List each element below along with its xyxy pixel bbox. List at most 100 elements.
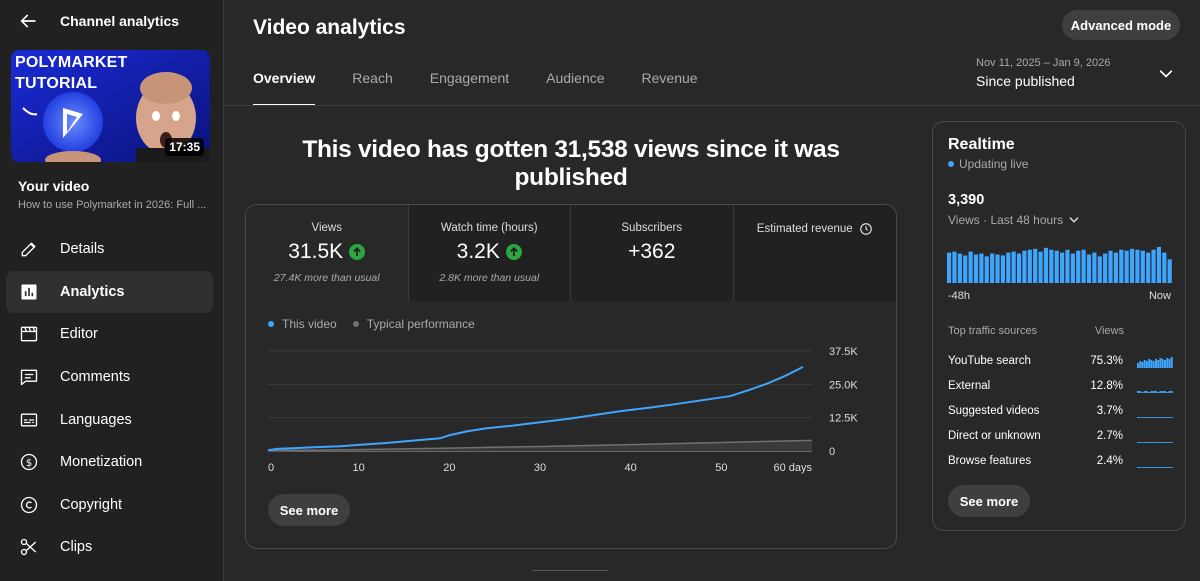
traffic-source-sparkline [1137, 466, 1173, 468]
this-video-line [267, 366, 804, 452]
sidebar-item-clips[interactable]: Clips [6, 526, 213, 569]
sparkline-bar [1161, 416, 1164, 418]
traffic-source-row[interactable]: Direct or unknown 2.7% [948, 423, 1174, 448]
video-thumbnail[interactable]: POLYMARKET TUTORIAL 17:35 [11, 50, 210, 162]
realtime-bar [1016, 253, 1022, 283]
x-tick-label: 20 [443, 462, 455, 474]
sparkline-bar [1137, 362, 1139, 368]
overview-card: Views 31.5K 27.4K more than usual Watch … [245, 204, 897, 549]
realtime-bar [1113, 252, 1118, 283]
sidebar-header: Channel analytics [0, 0, 223, 42]
realtime-title: Realtime [948, 136, 1015, 153]
sparkline-bar [1139, 466, 1142, 468]
traffic-source-name: External [948, 379, 991, 392]
sparkline-bar [1161, 390, 1164, 393]
clock-icon [859, 223, 872, 235]
tab-engagement[interactable]: Engagement [430, 70, 509, 106]
sparkline-bar [1152, 441, 1155, 443]
metric-label: Watch time (hours) [440, 222, 538, 234]
realtime-bar [1162, 252, 1167, 283]
tab-divider [224, 105, 1200, 106]
tab-reach[interactable]: Reach [352, 70, 392, 106]
sparkline-bar [1155, 441, 1157, 443]
realtime-bar [1097, 256, 1102, 283]
sparkline-bar [1159, 416, 1162, 418]
sparkline-bar [1161, 466, 1164, 468]
realtime-bar [1167, 259, 1172, 283]
realtime-bar [1081, 249, 1086, 283]
metric-subtext: 2.8K more than usual [439, 272, 540, 284]
realtime-period-select[interactable]: Views · Last 48 hours [948, 213, 1081, 227]
metric-label: Views [311, 222, 342, 234]
realtime-bar [1151, 249, 1156, 283]
sparkline-bar [1146, 416, 1148, 418]
sparkline-bar [1155, 466, 1157, 468]
legend-dot [352, 321, 359, 327]
sidebar-item-copyright[interactable]: Copyright [6, 484, 213, 527]
sparkline-bar [1150, 441, 1153, 443]
sparkline-bar [1157, 391, 1160, 393]
sparkline-bar [1155, 358, 1157, 368]
sparkline-bar [1143, 359, 1146, 368]
date-period[interactable]: Since published [976, 73, 1075, 89]
y-tick-label: 0 [829, 446, 835, 458]
advanced-mode-button[interactable]: Advanced mode [1062, 10, 1180, 40]
languages-icon [18, 409, 40, 431]
realtime-bar [1027, 249, 1032, 283]
copyright-icon [18, 494, 40, 516]
sidebar-item-details[interactable]: Details [6, 228, 213, 271]
sparkline-bar [1168, 416, 1171, 418]
realtime-bar [1000, 255, 1005, 283]
sidebar-item-monetization[interactable]: $ Monetization [6, 441, 213, 484]
traffic-source-row[interactable]: YouTube search 75.3% [948, 348, 1174, 373]
realtime-bar [1156, 246, 1162, 283]
sparkline-bar [1150, 359, 1153, 368]
sparkline-bar [1146, 441, 1148, 443]
back-arrow-icon[interactable] [16, 9, 40, 33]
realtime-bar [1049, 249, 1054, 283]
sparkline-bar [1166, 416, 1169, 418]
trend-up-icon [505, 244, 522, 260]
comments-icon [18, 366, 40, 388]
sparkline-bar [1139, 390, 1142, 393]
sparkline-bar [1155, 416, 1157, 418]
x-tick-label: 0 [268, 462, 274, 474]
sparkline-bar [1166, 357, 1169, 368]
sparkline-bar [1168, 358, 1171, 368]
metric-watch-time[interactable]: Watch time (hours) 3.2K 2.8K more than u… [408, 205, 571, 301]
realtime-bar [1076, 250, 1081, 283]
see-more-button[interactable]: See more [268, 494, 350, 526]
tab-audience[interactable]: Audience [546, 70, 604, 106]
date-range[interactable]: Nov 11, 2025 – Jan 9, 2026 [976, 57, 1110, 69]
sparkline-bar [1146, 390, 1148, 393]
sidebar-item-languages[interactable]: Languages [6, 398, 213, 441]
sidebar-item-editor[interactable]: Editor [6, 313, 213, 356]
sparkline-bar [1143, 441, 1146, 443]
realtime-status: Updating live [948, 157, 1028, 171]
tab-revenue[interactable]: Revenue [642, 70, 698, 106]
realtime-see-more-button[interactable]: See more [948, 485, 1030, 517]
sidebar-item-comments[interactable]: Comments [6, 356, 213, 399]
sparkline-bar [1159, 357, 1162, 368]
sparkline-bar [1143, 390, 1146, 393]
metric-views[interactable]: Views 31.5K 27.4K more than usual [246, 205, 409, 301]
realtime-bar-chart [947, 246, 1172, 283]
sparkline-bar [1139, 360, 1142, 368]
sparkline-bar [1159, 390, 1162, 393]
tab-overview[interactable]: Overview [253, 70, 316, 106]
metric-subscribers[interactable]: Subscribers +362 [571, 205, 734, 301]
metric-estimated-revenue[interactable]: Estimated revenue [733, 205, 896, 301]
traffic-source-row[interactable]: External 12.8% [948, 373, 1174, 398]
chevron-down-icon[interactable] [1156, 64, 1176, 84]
sparkline-bar [1170, 416, 1173, 418]
thumbnail-text: POLYMARKET TUTORIAL [15, 52, 128, 94]
sidebar-item-analytics[interactable]: Analytics [6, 270, 213, 314]
sparkline-bar [1137, 466, 1139, 468]
realtime-count: 3,390 [948, 192, 985, 208]
sparkline-bar [1170, 390, 1173, 393]
sparkline-bar [1150, 466, 1153, 468]
sparkline-bar [1148, 358, 1151, 368]
traffic-source-row[interactable]: Suggested videos 3.7% [948, 398, 1174, 423]
legend-dot [268, 321, 274, 327]
traffic-source-row[interactable]: Browse features 2.4% [948, 448, 1174, 473]
